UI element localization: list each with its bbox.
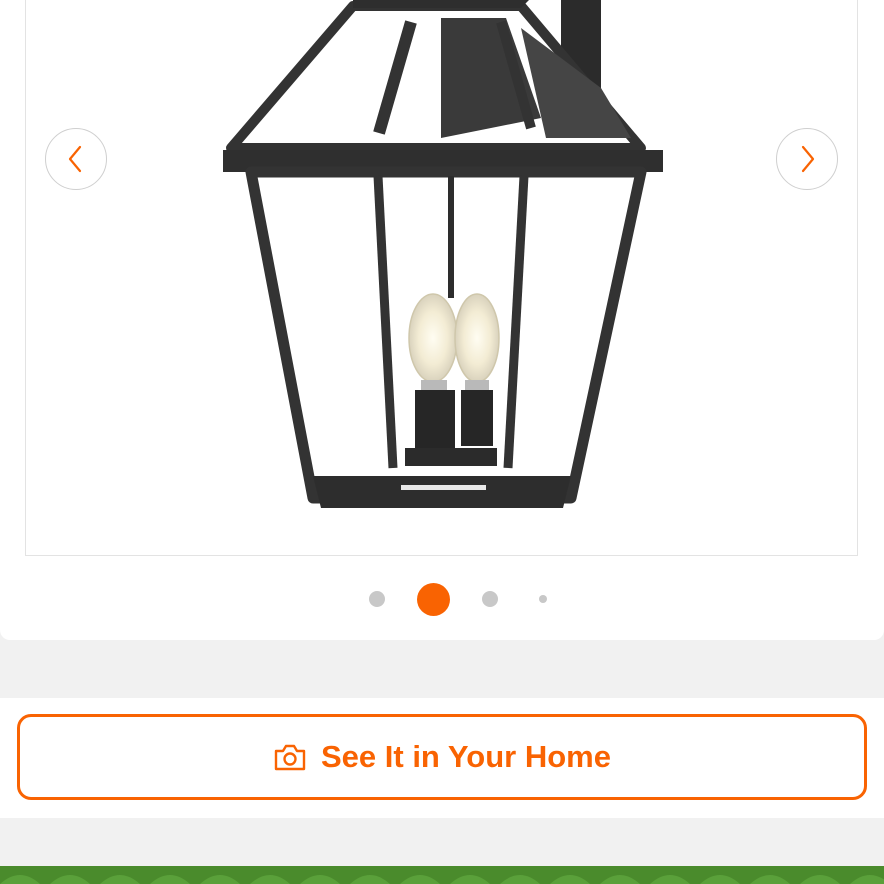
chevron-left-icon [68, 145, 82, 173]
carousel-pagination [0, 582, 884, 616]
carousel-next-button[interactable] [776, 128, 838, 190]
chevron-right-icon [801, 145, 815, 173]
leaf-pattern [0, 875, 884, 884]
product-image-frame [25, 0, 858, 556]
product-image-carousel [0, 0, 884, 640]
footer-green-banner [0, 866, 884, 884]
see-it-in-your-home-button[interactable]: See It in Your Home [17, 714, 867, 800]
cta-label: See It in Your Home [321, 739, 611, 774]
carousel-prev-button[interactable] [45, 128, 107, 190]
carousel-dot-1[interactable] [369, 591, 385, 607]
carousel-dot-4[interactable] [539, 595, 547, 603]
ar-cta-section: See It in Your Home [0, 698, 884, 818]
camera-icon [274, 744, 306, 771]
carousel-dot-2-active[interactable] [417, 583, 450, 616]
carousel-dot-3[interactable] [482, 591, 498, 607]
product-image-lantern[interactable] [26, 0, 858, 556]
